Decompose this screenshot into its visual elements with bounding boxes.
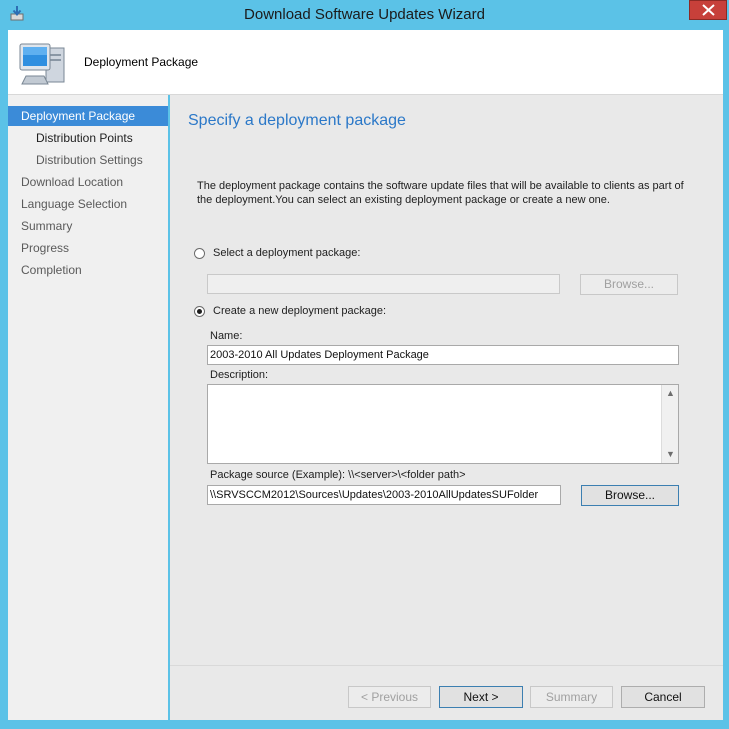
computer-icon: [16, 40, 68, 90]
create-package-label[interactable]: Create a new deployment package:: [213, 305, 386, 317]
nav-item-language-selection[interactable]: Language Selection: [8, 194, 168, 214]
next-button[interactable]: Next >: [439, 686, 523, 708]
wizard-content: Specify a deployment package The deploym…: [170, 95, 723, 665]
nav-item-distribution-points[interactable]: Distribution Points: [8, 128, 168, 148]
nav-item-deployment-package[interactable]: Deployment Package: [8, 106, 168, 126]
page-description: The deployment package contains the soft…: [197, 180, 684, 206]
select-package-radio[interactable]: [194, 248, 205, 259]
wizard-window: Download Software Updates Wizard Deploym…: [0, 0, 729, 729]
description-label: Description:: [210, 369, 269, 381]
summary-button[interactable]: Summary: [530, 686, 613, 708]
existing-package-field[interactable]: [207, 274, 560, 294]
create-package-radio[interactable]: [194, 306, 205, 317]
wizard-nav: Deployment Package Distribution Points D…: [8, 95, 168, 720]
close-button[interactable]: [689, 0, 727, 20]
scroll-up-icon[interactable]: ▲: [662, 385, 679, 402]
nav-item-progress[interactable]: Progress: [8, 238, 168, 258]
cancel-button[interactable]: Cancel: [621, 686, 705, 708]
wizard-header: Deployment Package: [8, 30, 723, 95]
close-icon: [702, 4, 715, 16]
package-name-field[interactable]: 2003-2010 All Updates Deployment Package: [207, 345, 679, 365]
package-description-field[interactable]: [207, 384, 679, 464]
title-bar: Download Software Updates Wizard: [0, 0, 729, 30]
description-scrollbar[interactable]: ▲ ▼: [661, 385, 678, 463]
previous-button[interactable]: < Previous: [348, 686, 431, 708]
page-heading: Specify a deployment package: [188, 112, 406, 129]
window-frame: [0, 720, 729, 729]
nav-item-completion[interactable]: Completion: [8, 260, 168, 280]
header-title: Deployment Package: [84, 55, 199, 69]
package-source-label: Package source (Example): \\<server>\<fo…: [210, 469, 466, 481]
scroll-down-icon[interactable]: ▼: [662, 446, 679, 463]
select-package-label[interactable]: Select a deployment package:: [213, 247, 360, 259]
name-label: Name:: [210, 330, 243, 342]
nav-item-download-location[interactable]: Download Location: [8, 172, 168, 192]
window-title: Download Software Updates Wizard: [244, 6, 485, 23]
nav-item-distribution-settings[interactable]: Distribution Settings: [8, 150, 168, 170]
browse-existing-button[interactable]: Browse...: [580, 274, 678, 295]
wizard-footer: < Previous Next > Summary Cancel: [170, 665, 723, 721]
nav-item-summary[interactable]: Summary: [8, 216, 168, 236]
browse-source-button[interactable]: Browse...: [581, 485, 679, 506]
package-source-field[interactable]: \\SRVSCCM2012\Sources\Updates\2003-2010A…: [207, 485, 561, 505]
